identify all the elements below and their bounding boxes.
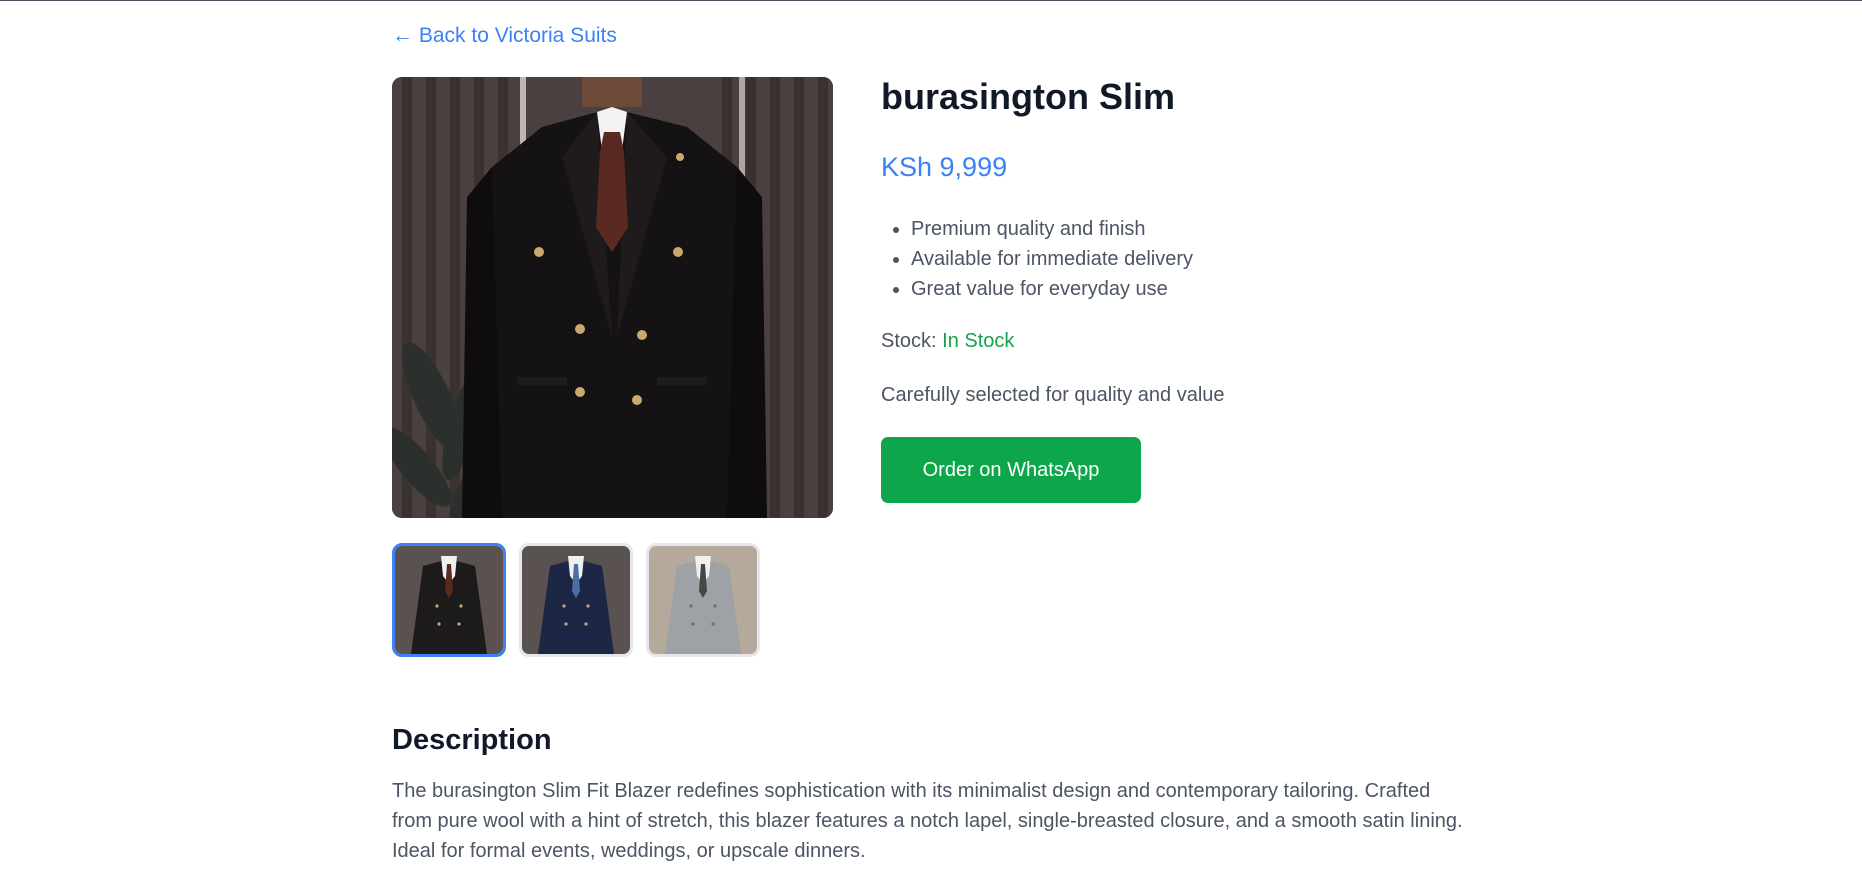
description-heading: Description bbox=[392, 724, 552, 756]
thumbnail-1[interactable] bbox=[392, 543, 506, 657]
feature-list: Premium quality and finish Available for… bbox=[881, 214, 1193, 304]
main-product-image[interactable] bbox=[392, 77, 833, 518]
order-whatsapp-button[interactable]: Order on WhatsApp bbox=[881, 437, 1141, 503]
suit-photo-icon bbox=[392, 77, 833, 518]
product-title: burasington Slim bbox=[881, 76, 1176, 117]
feature-item: Great value for everyday use bbox=[911, 274, 1193, 304]
description-text: The burasington Slim Fit Blazer redefine… bbox=[392, 780, 1463, 862]
navy-blazer-thumbnail-icon bbox=[522, 546, 630, 654]
thumbnail-strip bbox=[392, 543, 760, 657]
feature-item: Premium quality and finish bbox=[911, 214, 1193, 244]
black-blazer-thumbnail-icon bbox=[395, 546, 503, 654]
product-price: KSh 9,999 bbox=[881, 152, 1008, 182]
product-tagline: Carefully selected for quality and value bbox=[881, 384, 1225, 406]
thumbnail-3[interactable] bbox=[646, 543, 760, 657]
thumbnail-2[interactable] bbox=[519, 543, 633, 657]
stock-value: In Stock bbox=[942, 330, 1015, 352]
top-border bbox=[0, 0, 1862, 1]
stock-status: Stock: In Stock bbox=[881, 330, 1014, 353]
back-link[interactable]: ← Back to Victoria Suits bbox=[392, 24, 617, 48]
stock-label: Stock: bbox=[881, 330, 937, 352]
feature-item: Available for immediate delivery bbox=[911, 244, 1193, 274]
grey-blazer-thumbnail-icon bbox=[649, 546, 757, 654]
